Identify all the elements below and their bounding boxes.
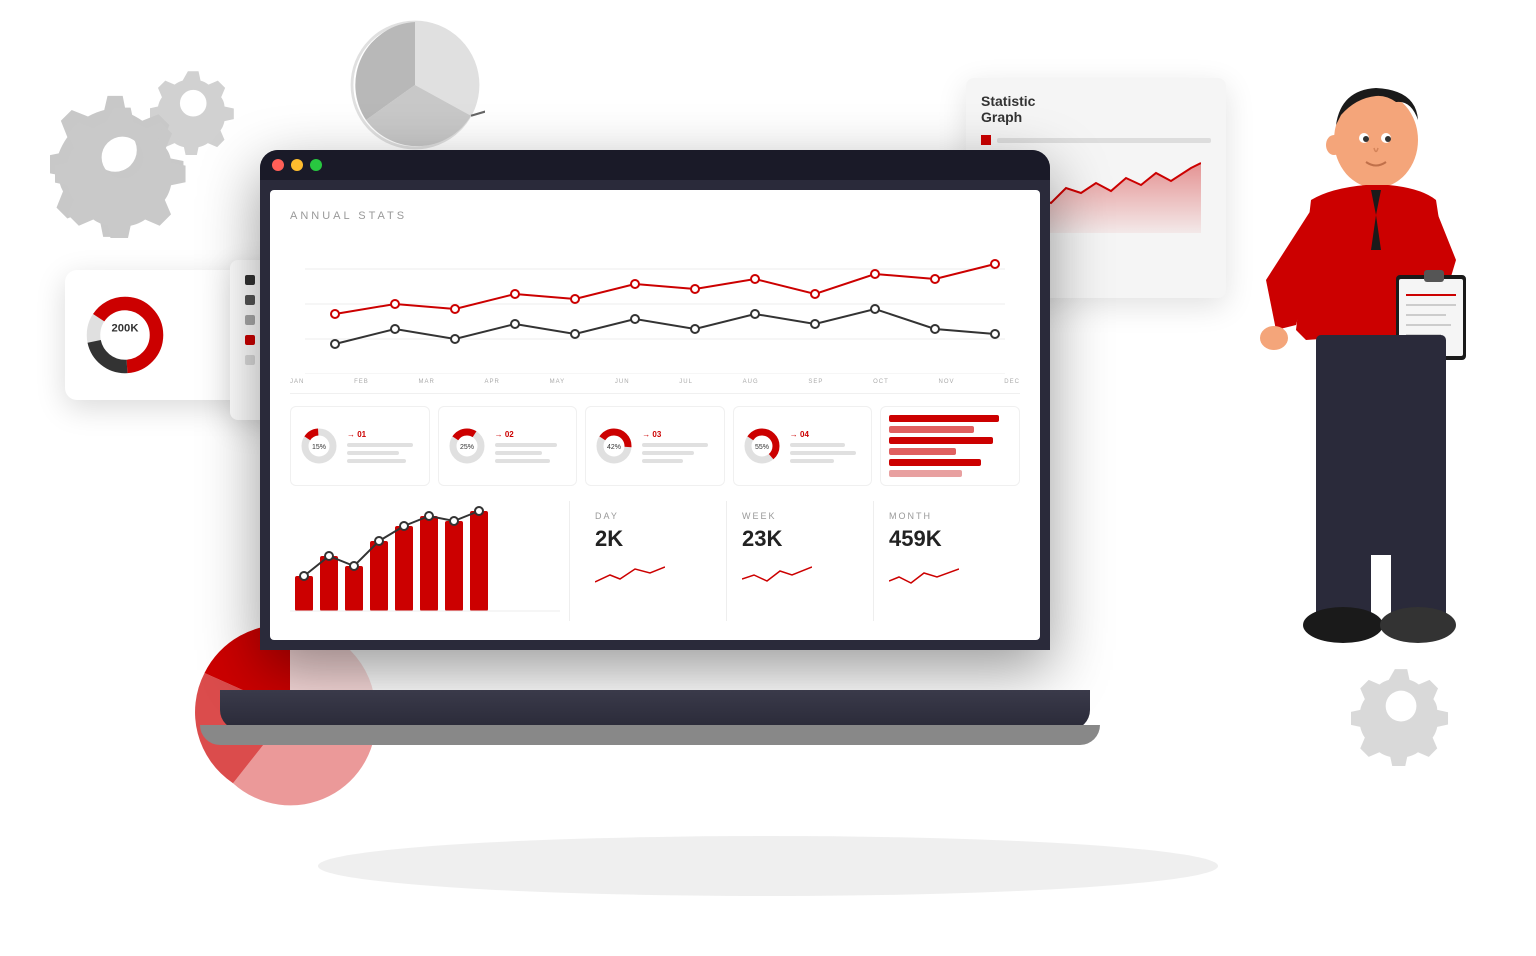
mini-line-03a: [642, 443, 708, 447]
mini-donut-02: 25%: [447, 426, 487, 466]
titlebar-minimize-dot: [291, 159, 303, 171]
line-chart-area: JAN FEB MAR APR MAY JUN JUL AUG SEP OCT …: [290, 234, 1020, 394]
stat-card-01: 15% → 01: [290, 406, 430, 486]
svg-text:15%: 15%: [312, 444, 326, 451]
donut-chart-icon: 200K: [80, 290, 170, 380]
legend-dot-dark: [245, 275, 255, 285]
metric-week: WEEK 23K: [727, 501, 874, 621]
mini-line-02a: [495, 443, 558, 447]
stat-card-04: 55% → 04: [733, 406, 873, 486]
svg-text:25%: 25%: [460, 444, 474, 451]
person-illustration: [1156, 80, 1466, 800]
metric-week-value: 23K: [742, 526, 858, 552]
gear-small-icon: [150, 60, 245, 155]
month-labels: JAN FEB MAR APR MAY JUN JUL AUG SEP OCT …: [290, 379, 1020, 385]
month-aug: AUG: [743, 379, 759, 385]
metric-month-value: 459K: [889, 526, 1005, 552]
wide-bar-3: [889, 437, 992, 444]
month-jul: JUL: [679, 379, 693, 385]
laptop-screen: ANNUAL STATS: [260, 150, 1050, 650]
metric-week-sparkline: [742, 557, 812, 587]
metric-month-label: MONTH: [889, 511, 1005, 521]
mini-line-01b: [347, 451, 399, 455]
mini-donut-03: 42%: [594, 426, 634, 466]
month-jun: JUN: [615, 379, 630, 385]
annual-stats-title: ANNUAL STATS: [290, 210, 1020, 222]
month-sep: SEP: [808, 379, 823, 385]
month-apr: APR: [485, 379, 500, 385]
mini-card-03-lines: → 03: [642, 430, 716, 463]
stats-metrics: DAY 2K WEEK 23K: [580, 501, 1020, 621]
mini-line-01a: [347, 443, 413, 447]
month-nov: NOV: [939, 379, 955, 385]
legend-dot-medium: [245, 295, 255, 305]
metric-month-sparkline: [889, 557, 959, 587]
mini-line-02c: [495, 459, 550, 463]
mini-label-02: → 02: [495, 430, 569, 439]
line-chart-svg: [290, 234, 1020, 374]
metric-day: DAY 2K: [580, 501, 727, 621]
stat-graph-dot: [981, 135, 991, 145]
mini-label-03: → 03: [642, 430, 716, 439]
wide-bar-5: [889, 459, 980, 466]
legend-dot-red: [245, 335, 255, 345]
laptop-content: ANNUAL STATS: [270, 190, 1040, 640]
titlebar-close-dot: [272, 159, 284, 171]
wide-bar-row: [889, 415, 1011, 477]
mini-line-04a: [790, 443, 845, 447]
titlebar-expand-dot: [310, 159, 322, 171]
scene: 200K Statistic Graph: [0, 0, 1536, 956]
mini-line-04b: [790, 451, 856, 455]
mini-line-03c: [642, 459, 682, 463]
month-feb: FEB: [354, 379, 369, 385]
bar-chart-svg: [290, 501, 560, 616]
svg-text:55%: 55%: [755, 444, 769, 451]
stat-card-02: 25% → 02: [438, 406, 578, 486]
mini-line-02b: [495, 451, 543, 455]
metric-week-label: WEEK: [742, 511, 858, 521]
month-dec: DEC: [1004, 379, 1020, 385]
month-mar: MAR: [418, 379, 434, 385]
wide-bar-2: [889, 426, 974, 433]
mini-line-03b: [642, 451, 694, 455]
mini-donut-01: 15%: [299, 426, 339, 466]
mini-card-02-lines: → 02: [495, 430, 569, 463]
svg-text:200K: 200K: [112, 323, 140, 335]
mini-card-04-lines: → 04: [790, 430, 864, 463]
laptop-base: [220, 690, 1090, 730]
stat-card-03: 42% → 03: [585, 406, 725, 486]
pie-top-icon: [345, 15, 485, 155]
laptop-foot: [200, 725, 1100, 745]
laptop-titlebar: [260, 150, 1050, 180]
mini-label-04: → 04: [790, 430, 864, 439]
metric-day-label: DAY: [595, 511, 711, 521]
wide-bar-1: [889, 415, 998, 422]
wide-bar-card: [880, 406, 1020, 486]
month-oct: OCT: [873, 379, 889, 385]
month-may: MAY: [550, 379, 566, 385]
legend-dot-light: [245, 315, 255, 325]
mini-line-04c: [790, 459, 834, 463]
legend-dot-grey: [245, 355, 255, 365]
svg-text:42%: 42%: [607, 444, 621, 451]
month-jan: JAN: [290, 379, 304, 385]
metric-day-value: 2K: [595, 526, 711, 552]
bottom-section: DAY 2K WEEK 23K: [290, 501, 1020, 621]
mini-card-01-lines: → 01: [347, 430, 421, 463]
mini-line-01c: [347, 459, 406, 463]
metric-month: MONTH 459K: [874, 501, 1020, 621]
mini-donut-04: 55%: [742, 426, 782, 466]
wide-bar-4: [889, 448, 956, 455]
mini-label-01: → 01: [347, 430, 421, 439]
stats-cards-row: 15% → 01 25%: [290, 406, 1020, 486]
metric-day-sparkline: [595, 557, 665, 587]
wide-bar-6: [889, 470, 962, 477]
laptop-container: ANNUAL STATS: [260, 150, 1050, 730]
ground-shadow: [318, 836, 1218, 896]
bar-chart-area: [290, 501, 570, 621]
